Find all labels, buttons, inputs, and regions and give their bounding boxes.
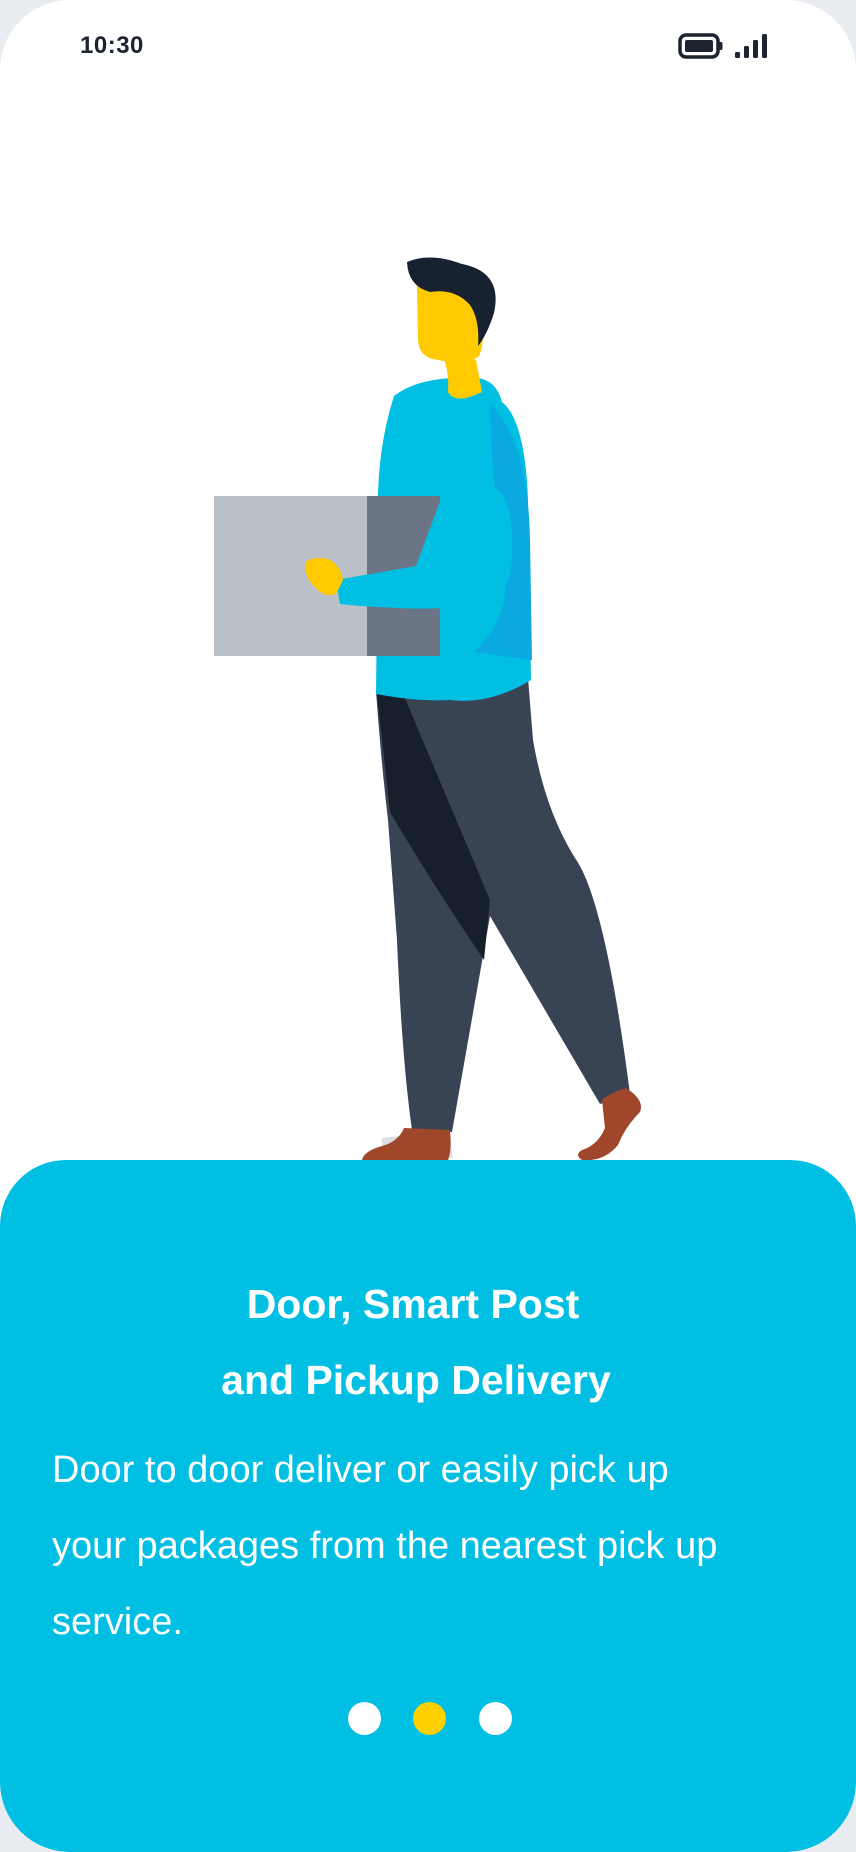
status-time: 10:30: [80, 32, 144, 59]
title-line-1: Door, Smart Post: [246, 1281, 580, 1327]
status-icons: [678, 32, 770, 60]
page-dot-3[interactable]: [479, 1702, 512, 1735]
onboarding-description: Door to door deliver or easily pick up y…: [52, 1432, 812, 1660]
description-line-1: Door to door deliver or easily pick up: [52, 1449, 669, 1491]
signal-icon: [734, 33, 770, 59]
title-line-2: and Pickup Delivery: [221, 1357, 611, 1403]
courier-illustration: [0, 96, 856, 1161]
page-dot-2-active[interactable]: [413, 1702, 446, 1735]
description-line-3: service.: [52, 1601, 183, 1643]
page-indicator: [0, 1702, 856, 1736]
page-dot-1[interactable]: [348, 1702, 381, 1735]
description-line-2: your packages from the nearest pick up: [52, 1525, 718, 1567]
onboarding-title: Door, Smart Post and Pickup Delivery: [0, 1266, 826, 1418]
status-bar: 10:30: [0, 0, 856, 96]
battery-icon: [678, 32, 724, 60]
phone-screen: 10:30 Door, Smart Post and Pickup Delive…: [0, 0, 856, 1852]
